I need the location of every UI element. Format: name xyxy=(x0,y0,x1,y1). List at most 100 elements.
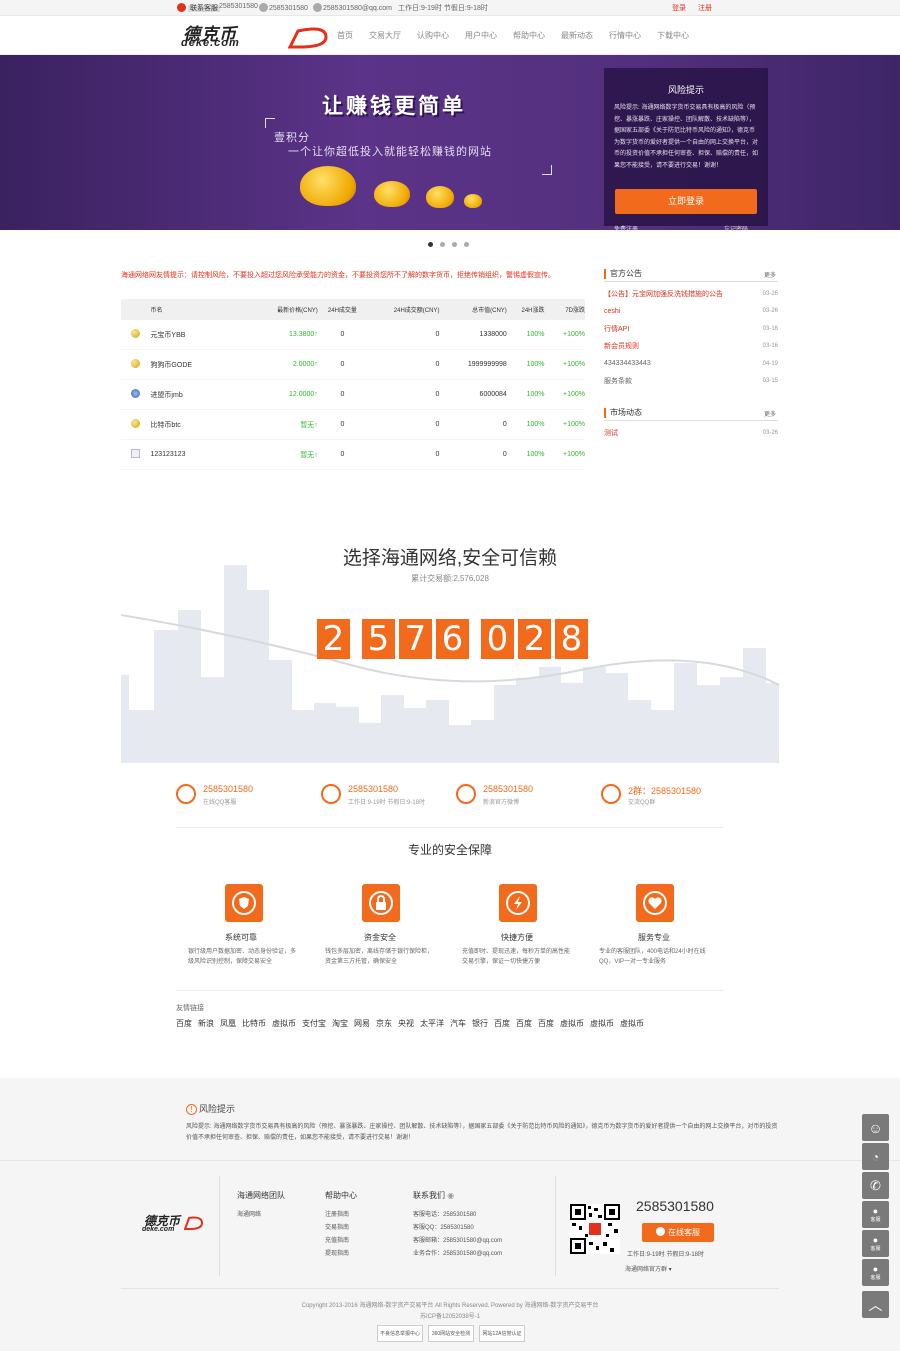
contact-service[interactable]: 联系客服 xyxy=(177,3,220,13)
list-item[interactable]: 434334433443 04-19 xyxy=(604,355,778,373)
coin-icon xyxy=(131,419,141,428)
risk-warning-title: ! 风险提示 xyxy=(186,1102,235,1115)
list-item[interactable]: 新会员规则 03-16 xyxy=(604,338,778,356)
online-service-button[interactable]: 在线客服 xyxy=(642,1223,714,1242)
nav-help[interactable]: 帮助中心 xyxy=(513,30,545,41)
footer-link[interactable]: 充值指南 xyxy=(325,1235,357,1248)
phone-float[interactable]: ✆ xyxy=(862,1172,889,1199)
topbar-qq: 2585301580 xyxy=(219,3,258,10)
login-link[interactable]: 登录 xyxy=(672,3,686,13)
nav-market[interactable]: 行情中心 xyxy=(609,30,641,41)
trust-badge[interactable]: 不良信息举报中心 xyxy=(377,1325,423,1342)
nav-user[interactable]: 用户中心 xyxy=(465,30,497,41)
phone-icon xyxy=(321,784,341,804)
footer-link[interactable]: 提现指南 xyxy=(325,1248,357,1261)
table-row[interactable]: 进盟币jmb 12.0000↑ 0 0 6000084 100% +100% xyxy=(121,380,585,410)
table-row[interactable]: 比特币btc 暂无↑ 0 0 0 100% +100% xyxy=(121,410,585,440)
more-link[interactable]: 更多 xyxy=(764,270,776,279)
friend-link[interactable]: 虚拟币 xyxy=(590,1018,614,1029)
stats-title: 选择海通网络,安全可信赖 xyxy=(342,548,558,569)
nav-trade[interactable]: 交易大厅 xyxy=(369,30,401,41)
carousel-dot[interactable] xyxy=(440,242,445,247)
list-item[interactable]: 测试 03-26 xyxy=(604,424,778,442)
qq-float[interactable]: ● 客服 xyxy=(862,1230,889,1257)
customer-service-float[interactable]: ☺ xyxy=(862,1114,889,1141)
headset-icon: ☺ xyxy=(868,1119,883,1136)
friend-link[interactable]: 汽车 xyxy=(450,1018,466,1029)
qq-icon xyxy=(656,1227,665,1236)
table-row[interactable]: 狗狗币GODE 2.0000↑ 0 0 1999999998 100% +100… xyxy=(121,350,585,380)
footer-link[interactable]: 注册指南 xyxy=(325,1209,357,1222)
footer-link[interactable]: 交易指南 xyxy=(325,1222,357,1235)
register-link[interactable]: 注册 xyxy=(698,3,712,13)
footer-hours: 工作日:9-19时 节假日:9-18时 xyxy=(627,1252,705,1258)
logo-mark-icon xyxy=(184,1216,204,1230)
stats-section: 选择海通网络,安全可信赖 累计交易额:2,576,028 2 5 7 6 0 2… xyxy=(121,495,779,763)
col-header: 24H成交额(CNY) xyxy=(393,308,440,314)
more-link[interactable]: 更多 xyxy=(764,409,776,418)
friend-link[interactable]: 淘宝 xyxy=(332,1018,348,1029)
official-group-link[interactable]: 海通网络官方群 ▾ xyxy=(625,1264,672,1273)
counter-digit: 2 xyxy=(518,619,551,659)
trust-badge[interactable]: 360网站安全检测 xyxy=(428,1325,474,1342)
friend-link[interactable]: 太平洋 xyxy=(420,1018,444,1029)
back-to-top-button[interactable]: ︿ xyxy=(862,1291,889,1318)
friend-link[interactable]: 京东 xyxy=(376,1018,392,1029)
login-button[interactable]: 立即登录 xyxy=(615,189,757,214)
friend-link[interactable]: 百度 xyxy=(494,1018,510,1029)
friend-link[interactable]: 支付宝 xyxy=(302,1018,326,1029)
coin-icon xyxy=(131,329,141,338)
friend-link[interactable]: 新浪 xyxy=(198,1018,214,1029)
list-item[interactable]: 服务条款 03-15 xyxy=(604,373,778,391)
carousel-dot[interactable] xyxy=(452,242,457,247)
friend-link[interactable]: 虚拟币 xyxy=(272,1018,296,1029)
bracket-decoration xyxy=(265,118,275,128)
qq-float[interactable]: ● 客服 xyxy=(862,1259,889,1286)
qq-float[interactable]: ● 客服 xyxy=(862,1201,889,1228)
nav-subscribe[interactable]: 认购中心 xyxy=(417,30,449,41)
friend-link[interactable]: 央视 xyxy=(398,1018,414,1029)
bracket-decoration xyxy=(542,165,552,175)
counter-digit: 2 xyxy=(317,619,350,659)
banner-subtitle: 一个让你超低投入就能轻松赚钱的网站 xyxy=(288,146,492,158)
friend-link[interactable]: 百度 xyxy=(538,1018,554,1029)
lightning-icon xyxy=(499,884,537,922)
icp-number[interactable]: 苏ICP备12052038号-1 xyxy=(0,1311,900,1320)
table-row[interactable]: 元宝币YBB 13.3800↑ 0 0 1338000 100% +100% xyxy=(121,320,585,350)
footer-link[interactable]: 海通网络 xyxy=(237,1209,285,1222)
friend-links-title: 友情链接 xyxy=(176,1005,204,1012)
list-item[interactable]: 【公告】元宝网加强反洗钱措施的公告 03-26 xyxy=(604,285,778,303)
friend-link[interactable]: 凤凰 xyxy=(220,1018,236,1029)
counter-digit: 8 xyxy=(555,619,588,659)
list-item[interactable]: 行情API 03-16 xyxy=(604,320,778,338)
topbar-hours: 工作日:9-19时 节假日:9-18时 xyxy=(398,5,488,12)
free-register-link[interactable]: 免费注册 xyxy=(614,224,638,233)
counter-digit: 7 xyxy=(399,619,432,659)
friend-link[interactable]: 比特币 xyxy=(242,1018,266,1029)
counter-digit: 6 xyxy=(436,619,469,659)
announcements-panel: 官方公告 更多 【公告】元宝网加强反洗钱措施的公告 03-26 ceshi 03-26… xyxy=(604,268,778,390)
list-item[interactable]: ceshi 03-26 xyxy=(604,303,778,321)
carousel-dot[interactable] xyxy=(464,242,469,247)
nav-news[interactable]: 最新动态 xyxy=(561,30,593,41)
friend-link[interactable]: 百度 xyxy=(176,1018,192,1029)
weibo-icon[interactable]: ◉ xyxy=(447,1191,454,1200)
chevron-up-icon: ︿ xyxy=(868,1296,883,1313)
col-header: 币名 xyxy=(150,308,163,314)
friend-link[interactable]: 百度 xyxy=(516,1018,532,1029)
friend-link[interactable]: 网易 xyxy=(354,1018,370,1029)
nav-home[interactable]: 首页 xyxy=(337,30,353,41)
friend-link[interactable]: 银行 xyxy=(472,1018,488,1029)
counter-digit: 0 xyxy=(481,619,514,659)
carousel-dot[interactable] xyxy=(428,242,433,247)
friend-link[interactable]: 虚拟币 xyxy=(620,1018,644,1029)
wechat-float[interactable]: ◔ xyxy=(862,1143,889,1170)
forgot-password-link[interactable]: 忘记密码 xyxy=(724,224,748,233)
coin-icon xyxy=(131,389,141,398)
nav-download[interactable]: 下载中心 xyxy=(657,30,689,41)
topbar-email: 2585301580@qq.com xyxy=(313,3,392,12)
weibo-icon xyxy=(456,784,476,804)
trust-badge[interactable]: 网站12A信誉认证 xyxy=(479,1325,525,1342)
friend-link[interactable]: 虚拟币 xyxy=(560,1018,584,1029)
table-row[interactable]: 123123123 暂无↑ 0 0 0 100% +100% xyxy=(121,440,585,470)
